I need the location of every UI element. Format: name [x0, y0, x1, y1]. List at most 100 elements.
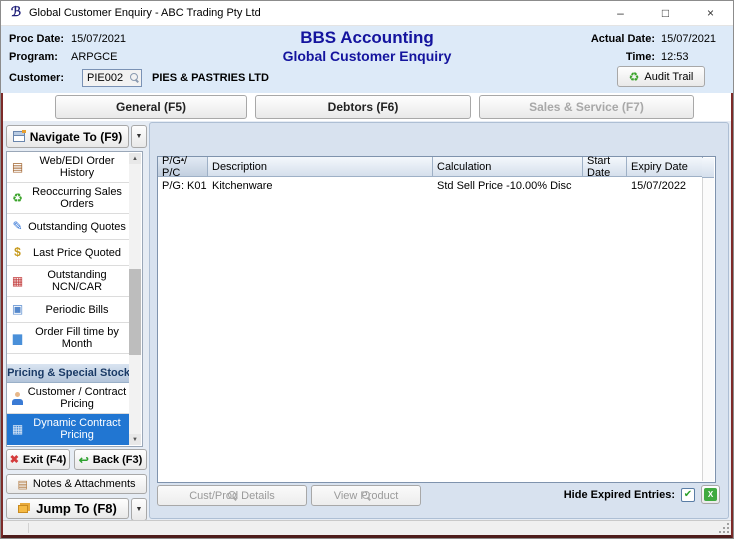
resize-grip-icon[interactable] — [719, 523, 729, 533]
view-product-button: View Product — [311, 485, 421, 506]
pricing-table: P/G / P/C▲DescriptionCalculationStart Da… — [157, 156, 716, 483]
scroll-down-icon[interactable]: ▼ — [129, 434, 141, 445]
actual-date-label: Actual Date: — [591, 30, 655, 48]
customer-label: Customer: — [9, 72, 64, 84]
search-icon[interactable] — [130, 73, 139, 82]
navigation-list: ▤Web/EDI Order History♻Reoccurring Sales… — [6, 151, 143, 447]
notes-attachments-button[interactable]: ▤ Notes & Attachments — [6, 474, 147, 494]
audit-trail-label: Audit Trail — [644, 71, 693, 83]
ncn-icon: ▦ — [9, 275, 26, 288]
column-header-expiry-date[interactable]: Expiry Date — [627, 157, 703, 177]
main-panel: P/G / P/C▲DescriptionCalculationStart Da… — [149, 122, 729, 519]
calc-icon: ▦ — [9, 423, 26, 436]
sidebar: Navigate To (F9) ▼ ▤Web/EDI Order Histor… — [4, 121, 148, 520]
scroll-up-icon[interactable]: ▲ — [129, 153, 141, 164]
sort-ascending-icon: ▲ — [180, 157, 186, 163]
sidebar-item-dynamic-contract-pricing[interactable]: ▦Dynamic Contract Pricing — [7, 414, 130, 445]
tab-sales-service-f7: Sales & Service (F7) — [479, 95, 694, 119]
column-header-start-date[interactable]: Start Date — [583, 157, 627, 177]
sidebar-item-outstanding-quotes[interactable]: ✎Outstanding Quotes — [7, 214, 130, 240]
audit-trail-button[interactable]: ♻ Audit Trail — [617, 66, 705, 87]
nav-spacer — [7, 354, 130, 364]
jump-to-button[interactable]: Jump To (F8) — [6, 498, 129, 519]
person-card-icon — [9, 392, 26, 405]
notes-label: Notes & Attachments — [33, 478, 136, 490]
sidebar-item-outstanding-ncn-car[interactable]: ▦Outstanding NCN/CAR — [7, 266, 130, 297]
column-header-calculation[interactable]: Calculation — [433, 157, 583, 177]
header: Proc Date: 15/07/2021 Program: ARPGCE BB… — [1, 25, 733, 93]
scrollbar-thumb[interactable] — [129, 269, 141, 355]
table-cell: P/G: K01 — [158, 177, 208, 194]
back-arrow-icon: ↩ — [79, 453, 89, 467]
jump-to-label: Jump To (F8) — [36, 501, 117, 516]
actual-date-value: 15/07/2021 — [661, 30, 723, 48]
chart-icon: ▆ — [9, 332, 26, 345]
clipboard-icon: ▤ — [17, 478, 27, 491]
sidebar-item-label: Customer / Contract Pricing — [26, 384, 128, 412]
magnifier-icon — [362, 491, 371, 500]
bills-icon: ▣ — [9, 303, 26, 316]
tab-general-f5[interactable]: General (F5) — [55, 95, 247, 119]
recycle2-icon: ♻ — [9, 192, 26, 205]
sidebar-item-periodic-bills[interactable]: ▣Periodic Bills — [7, 297, 130, 323]
sidebar-item-reoccurring-sales-orders[interactable]: ♻Reoccurring Sales Orders — [7, 183, 130, 214]
exit-button[interactable]: ✖ Exit (F4) — [6, 449, 70, 470]
sidebar-item-label: Dynamic Contract Pricing — [26, 415, 128, 443]
sidebar-item-last-price-quoted[interactable]: $Last Price Quoted — [7, 240, 130, 266]
column-header-p-g-p-c[interactable]: P/G / P/C▲ — [158, 157, 208, 177]
sidebar-item-label: Last Price Quoted — [26, 245, 128, 261]
jump-to-dropdown-button[interactable]: ▼ — [131, 498, 147, 521]
sidebar-item-label: Periodic Bills — [26, 302, 128, 318]
sidebar-item-web-edi-order-history[interactable]: ▤Web/EDI Order History — [7, 152, 130, 183]
table-cell: Kitchenware — [208, 177, 433, 194]
navigate-to-dropdown-button[interactable]: ▼ — [131, 125, 147, 148]
sidebar-item-label: Order Fill time by Month — [26, 324, 128, 352]
sidebar-item-label: Web/EDI Order History — [26, 153, 128, 181]
tab-debtors-f6[interactable]: Debtors (F6) — [255, 95, 471, 119]
quote-icon: ✎ — [9, 220, 26, 233]
export-excel-button[interactable]: X — [701, 485, 720, 504]
app-window: ℬ Global Customer Enquiry - ABC Trading … — [0, 0, 734, 539]
sidebar-item-favourite-products[interactable]: ★Favourite Products — [7, 445, 130, 447]
table-cell: Std Sell Price -10.00% Disc — [433, 177, 583, 194]
exit-label: Exit (F4) — [23, 454, 66, 466]
navigate-to-button[interactable]: Navigate To (F9) — [6, 125, 129, 148]
tabs-row: General (F5) Debtors (F6) Sales & Service … — [3, 93, 731, 121]
book-icon: ▤ — [9, 161, 26, 174]
sidebar-scrollbar[interactable]: ▲ ▼ — [129, 153, 141, 445]
close-x-icon: ✖ — [10, 453, 19, 466]
recycle-icon: ♻ — [629, 71, 640, 83]
column-header-description[interactable]: Description — [208, 157, 433, 177]
window-title: Global Customer Enquiry - ABC Trading Pt… — [29, 7, 261, 19]
sidebar-item-label: Reoccurring Sales Orders — [26, 184, 128, 212]
time-value: 12:53 — [661, 48, 723, 66]
minimize-button[interactable]: – — [598, 1, 643, 25]
folders-icon — [18, 505, 28, 513]
customer-name: PIES & PASTRIES LTD — [152, 72, 269, 84]
maximize-button[interactable]: □ — [643, 1, 688, 25]
excel-icon: X — [704, 488, 717, 501]
sidebar-item-label: Outstanding NCN/CAR — [26, 267, 128, 295]
close-button[interactable]: × — [688, 1, 733, 25]
nav-section-pricing-special-stock: Pricing & Special Stock — [7, 364, 130, 383]
back-button[interactable]: ↩ Back (F3) — [74, 449, 147, 470]
hide-expired-checkbox[interactable]: ✔ — [681, 488, 695, 502]
table-header-end — [702, 158, 714, 178]
sidebar-item-customer-contract-pricing[interactable]: Customer / Contract Pricing — [7, 383, 130, 414]
sidebar-item-order-fill-time-by-month[interactable]: ▆Order Fill time by Month — [7, 323, 130, 354]
app-icon: ℬ — [9, 6, 23, 20]
status-divider — [28, 523, 29, 533]
title-bar: ℬ Global Customer Enquiry - ABC Trading … — [1, 1, 733, 25]
table-cell — [583, 177, 627, 194]
back-label: Back (F3) — [93, 454, 143, 466]
sidebar-item-label: Outstanding Quotes — [26, 219, 128, 235]
window-icon — [13, 131, 25, 142]
status-bar — [3, 520, 731, 535]
navigate-to-label: Navigate To (F9) — [30, 130, 122, 144]
table-row[interactable]: P/G: K01KitchenwareStd Sell Price -10.00… — [158, 177, 715, 194]
magnifier-icon — [228, 491, 237, 500]
table-scrollbar[interactable] — [702, 178, 714, 481]
coins-icon: $ — [9, 246, 26, 259]
cust-prod-details-button: Cust/Prod Details — [157, 485, 307, 506]
table-header-row: P/G / P/C▲DescriptionCalculationStart Da… — [158, 157, 715, 177]
